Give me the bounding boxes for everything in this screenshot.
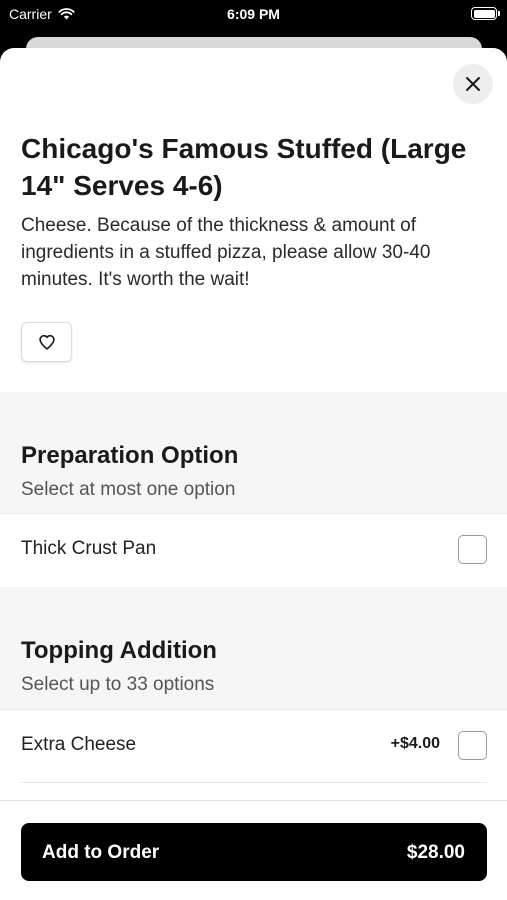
section-topping-addition: Topping Addition Select up to 33 options: [0, 587, 507, 709]
option-label: Extra Cheese: [21, 734, 137, 755]
section-subtitle: Select up to 33 options: [21, 674, 215, 695]
option-thick-crust-pan[interactable]: Thick Crust Pan: [0, 513, 507, 585]
section-title: Topping Addition: [21, 637, 217, 664]
order-total: $28.00: [406, 842, 465, 863]
item-detail-sheet: Chicago's Famous Stuffed (Large 14" Serv…: [0, 48, 507, 900]
order-footer: Add to Order $28.00: [0, 800, 507, 900]
favorite-button[interactable]: [21, 322, 72, 362]
option-checkbox[interactable]: [458, 731, 487, 760]
heart-icon: [38, 334, 55, 350]
add-to-order-button[interactable]: Add to Order $28.00: [21, 823, 487, 881]
item-description: Cheese. Because of the thickness & amoun…: [21, 215, 431, 290]
section-preparation-option: Preparation Option Select at most one op…: [0, 392, 507, 514]
row-divider: [21, 782, 487, 783]
option-price: +$4.00: [390, 735, 440, 752]
close-button[interactable]: [453, 64, 493, 104]
option-extra-cheese[interactable]: Extra Cheese +$4.00: [0, 709, 507, 781]
close-icon: [466, 77, 480, 91]
option-label: Thick Crust Pan: [21, 538, 157, 559]
status-time: 6:09 PM: [227, 6, 280, 22]
status-bar: Carrier 6:09 PM: [0, 0, 507, 32]
item-title: Chicago's Famous Stuffed (Large 14" Serv…: [21, 133, 467, 201]
section-subtitle: Select at most one option: [21, 479, 236, 500]
section-title: Preparation Option: [21, 442, 239, 469]
battery-icon: [471, 7, 500, 20]
add-to-order-label: Add to Order: [42, 842, 160, 863]
option-checkbox[interactable]: [458, 535, 487, 564]
